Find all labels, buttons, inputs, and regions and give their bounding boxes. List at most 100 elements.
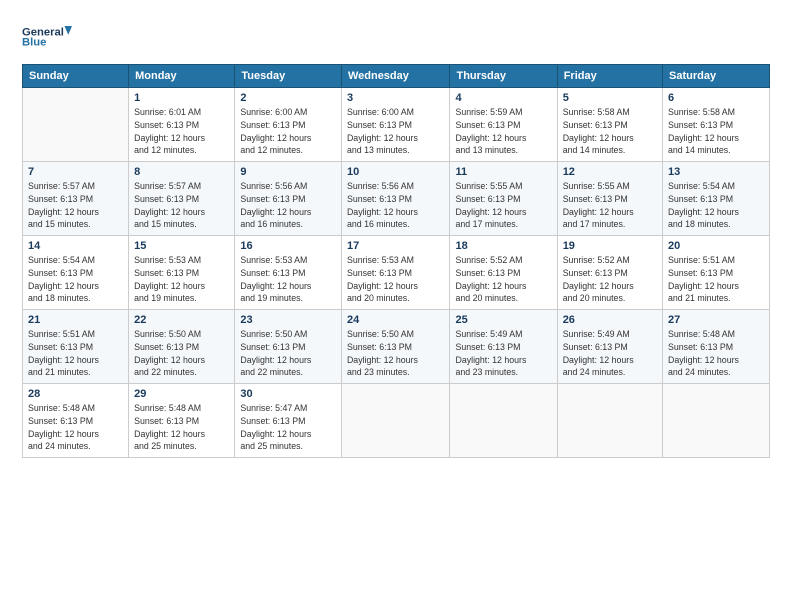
day-number: 4 <box>455 92 551 104</box>
calendar-cell: 5 Sunrise: 5:58 AM Sunset: 6:13 PM Daylig… <box>557 88 662 162</box>
week-row-2: 7 Sunrise: 5:57 AM Sunset: 6:13 PM Daylig… <box>23 162 770 236</box>
calendar-cell: 22Sunrise: 5:50 AM Sunset: 6:13 PM Dayli… <box>129 310 235 384</box>
column-headers: SundayMondayTuesdayWednesdayThursdayFrid… <box>23 65 770 88</box>
calendar-cell: 7 Sunrise: 5:57 AM Sunset: 6:13 PM Daylig… <box>23 162 129 236</box>
day-detail: Sunrise: 5:58 AM Sunset: 6:13 PM Dayligh… <box>668 107 739 155</box>
calendar-cell: 19 Sunrise: 5:52 AM Sunset: 6:13 PM Dayli… <box>557 236 662 310</box>
calendar-cell: 16 Sunrise: 5:53 AM Sunset: 6:13 PM Dayli… <box>235 236 342 310</box>
day-detail: Sunrise: 5:56 AM Sunset: 6:13 PM Dayligh… <box>240 181 311 229</box>
day-detail: Sunrise: 5:55 AM Sunset: 6:13 PM Dayligh… <box>455 181 526 229</box>
logo-svg: General Blue <box>22 18 72 54</box>
col-header-friday: Friday <box>557 65 662 88</box>
calendar-cell: 30 Sunrise: 5:47 AM Sunset: 6:13 PM Dayli… <box>235 384 342 458</box>
calendar-cell: 25 Sunrise: 5:49 AM Sunset: 6:13 PM Dayli… <box>450 310 557 384</box>
day-detail: Sunrise: 5:59 AM Sunset: 6:13 PM Dayligh… <box>455 107 526 155</box>
day-number: 17 <box>347 240 445 252</box>
day-number: 11 <box>455 166 551 178</box>
page: General Blue SundayMondayTuesdayWednesda… <box>0 0 792 470</box>
calendar-cell: 26Sunrise: 5:49 AM Sunset: 6:13 PM Dayli… <box>557 310 662 384</box>
day-number: 27 <box>668 314 764 326</box>
calendar-cell: 13 Sunrise: 5:54 AM Sunset: 6:13 PM Dayli… <box>663 162 770 236</box>
day-number: 12 <box>563 166 657 178</box>
day-detail: Sunrise: 5:48 AM Sunset: 6:13 PM Dayligh… <box>134 403 205 451</box>
day-detail: Sunrise: 6:00 AM Sunset: 6:13 PM Dayligh… <box>240 107 311 155</box>
day-detail: Sunrise: 5:53 AM Sunset: 6:13 PM Dayligh… <box>347 255 418 303</box>
day-number: 5 <box>563 92 657 104</box>
day-detail: Sunrise: 5:51 AM Sunset: 6:13 PM Dayligh… <box>28 329 99 377</box>
col-header-wednesday: Wednesday <box>341 65 450 88</box>
day-number: 7 <box>28 166 123 178</box>
calendar-cell <box>557 384 662 458</box>
day-number: 23 <box>240 314 336 326</box>
day-detail: Sunrise: 5:56 AM Sunset: 6:13 PM Dayligh… <box>347 181 418 229</box>
day-number: 30 <box>240 388 336 400</box>
day-number: 24 <box>347 314 445 326</box>
calendar-cell: 23 Sunrise: 5:50 AM Sunset: 6:13 PM Dayli… <box>235 310 342 384</box>
header: General Blue <box>22 18 770 54</box>
day-number: 10 <box>347 166 445 178</box>
calendar-cell: 29Sunrise: 5:48 AM Sunset: 6:13 PM Dayli… <box>129 384 235 458</box>
day-detail: Sunrise: 5:52 AM Sunset: 6:13 PM Dayligh… <box>563 255 634 303</box>
day-number: 21 <box>28 314 123 326</box>
calendar-cell: 27 Sunrise: 5:48 AM Sunset: 6:13 PM Dayli… <box>663 310 770 384</box>
calendar-cell: 6 Sunrise: 5:58 AM Sunset: 6:13 PM Daylig… <box>663 88 770 162</box>
day-detail: Sunrise: 5:49 AM Sunset: 6:13 PM Dayligh… <box>455 329 526 377</box>
calendar-cell: 28Sunrise: 5:48 AM Sunset: 6:13 PM Dayli… <box>23 384 129 458</box>
day-number: 16 <box>240 240 336 252</box>
calendar-cell: 8Sunrise: 5:57 AM Sunset: 6:13 PM Daylig… <box>129 162 235 236</box>
calendar-cell: 21 Sunrise: 5:51 AM Sunset: 6:13 PM Dayli… <box>23 310 129 384</box>
day-detail: Sunrise: 5:47 AM Sunset: 6:13 PM Dayligh… <box>240 403 311 451</box>
week-row-1: 1 Sunrise: 6:01 AM Sunset: 6:13 PM Daylig… <box>23 88 770 162</box>
day-detail: Sunrise: 5:52 AM Sunset: 6:13 PM Dayligh… <box>455 255 526 303</box>
calendar-cell: 24Sunrise: 5:50 AM Sunset: 6:13 PM Dayli… <box>341 310 450 384</box>
calendar-cell: 15 Sunrise: 5:53 AM Sunset: 6:13 PM Dayli… <box>129 236 235 310</box>
day-detail: Sunrise: 5:54 AM Sunset: 6:13 PM Dayligh… <box>668 181 739 229</box>
week-row-4: 21 Sunrise: 5:51 AM Sunset: 6:13 PM Dayli… <box>23 310 770 384</box>
calendar-cell: 1 Sunrise: 6:01 AM Sunset: 6:13 PM Daylig… <box>129 88 235 162</box>
day-detail: Sunrise: 5:57 AM Sunset: 6:13 PM Dayligh… <box>28 181 99 229</box>
calendar-table: SundayMondayTuesdayWednesdayThursdayFrid… <box>22 64 770 458</box>
calendar-cell: 3Sunrise: 6:00 AM Sunset: 6:13 PM Daylig… <box>341 88 450 162</box>
day-number: 25 <box>455 314 551 326</box>
day-detail: Sunrise: 5:48 AM Sunset: 6:13 PM Dayligh… <box>668 329 739 377</box>
day-number: 6 <box>668 92 764 104</box>
day-detail: Sunrise: 5:53 AM Sunset: 6:13 PM Dayligh… <box>134 255 205 303</box>
day-number: 8 <box>134 166 229 178</box>
calendar-cell <box>450 384 557 458</box>
col-header-saturday: Saturday <box>663 65 770 88</box>
calendar-cell: 4 Sunrise: 5:59 AM Sunset: 6:13 PM Daylig… <box>450 88 557 162</box>
day-number: 14 <box>28 240 123 252</box>
day-number: 13 <box>668 166 764 178</box>
day-detail: Sunrise: 5:50 AM Sunset: 6:13 PM Dayligh… <box>240 329 311 377</box>
day-detail: Sunrise: 5:53 AM Sunset: 6:13 PM Dayligh… <box>240 255 311 303</box>
logo: General Blue <box>22 18 72 54</box>
col-header-monday: Monday <box>129 65 235 88</box>
day-number: 20 <box>668 240 764 252</box>
calendar-cell <box>341 384 450 458</box>
day-number: 3 <box>347 92 445 104</box>
day-detail: Sunrise: 5:58 AM Sunset: 6:13 PM Dayligh… <box>563 107 634 155</box>
day-detail: Sunrise: 6:01 AM Sunset: 6:13 PM Dayligh… <box>134 107 205 155</box>
week-row-3: 14 Sunrise: 5:54 AM Sunset: 6:13 PM Dayli… <box>23 236 770 310</box>
calendar-cell: 20 Sunrise: 5:51 AM Sunset: 6:13 PM Dayli… <box>663 236 770 310</box>
svg-text:Blue: Blue <box>22 36 46 48</box>
day-number: 26 <box>563 314 657 326</box>
day-number: 22 <box>134 314 229 326</box>
week-row-5: 28Sunrise: 5:48 AM Sunset: 6:13 PM Dayli… <box>23 384 770 458</box>
calendar-body: 1 Sunrise: 6:01 AM Sunset: 6:13 PM Daylig… <box>23 88 770 458</box>
calendar-cell: 14 Sunrise: 5:54 AM Sunset: 6:13 PM Dayli… <box>23 236 129 310</box>
day-detail: Sunrise: 5:55 AM Sunset: 6:13 PM Dayligh… <box>563 181 634 229</box>
day-number: 1 <box>134 92 229 104</box>
day-detail: Sunrise: 5:54 AM Sunset: 6:13 PM Dayligh… <box>28 255 99 303</box>
day-detail: Sunrise: 5:51 AM Sunset: 6:13 PM Dayligh… <box>668 255 739 303</box>
calendar-cell <box>663 384 770 458</box>
day-number: 2 <box>240 92 336 104</box>
day-number: 19 <box>563 240 657 252</box>
calendar-cell: 10 Sunrise: 5:56 AM Sunset: 6:13 PM Dayli… <box>341 162 450 236</box>
day-number: 15 <box>134 240 229 252</box>
col-header-sunday: Sunday <box>23 65 129 88</box>
calendar-cell: 17 Sunrise: 5:53 AM Sunset: 6:13 PM Dayli… <box>341 236 450 310</box>
calendar-cell: 2 Sunrise: 6:00 AM Sunset: 6:13 PM Daylig… <box>235 88 342 162</box>
day-number: 9 <box>240 166 336 178</box>
day-number: 18 <box>455 240 551 252</box>
